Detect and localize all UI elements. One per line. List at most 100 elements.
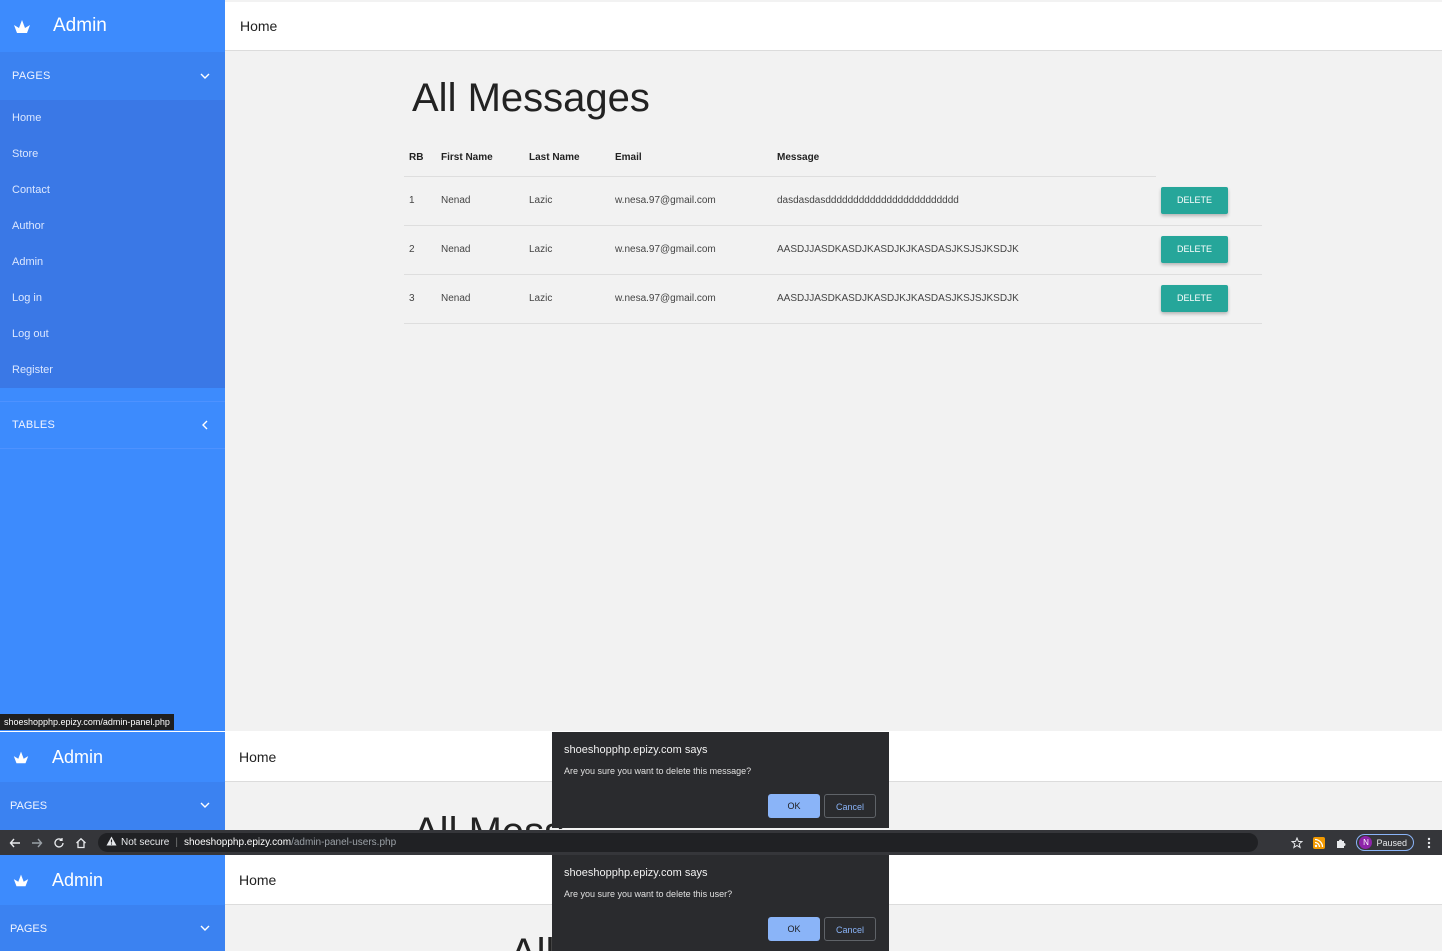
column-header-action bbox=[1156, 140, 1262, 176]
chevron-left-icon bbox=[199, 419, 211, 431]
column-header-email: Email bbox=[610, 140, 772, 177]
back-arrow-icon[interactable] bbox=[8, 836, 22, 850]
table-row: 1 Nenad Lazic w.nesa.97@gmail.com dasdas… bbox=[404, 176, 1262, 226]
column-header-rb: RB bbox=[404, 140, 436, 177]
rss-icon[interactable] bbox=[1312, 836, 1326, 850]
cell-rb: 3 bbox=[404, 274, 436, 324]
page-title: All bbox=[510, 931, 554, 951]
sidebar: Admin PAGES Home Store Contact Author Ad… bbox=[0, 0, 225, 731]
home-icon[interactable] bbox=[74, 836, 88, 850]
link-status-tooltip: shoeshopphp.epizy.com/admin-panel.php bbox=[0, 714, 174, 730]
sidebar-item-register[interactable]: Register bbox=[0, 352, 225, 388]
cell-message: AASDJJASDKASDJKASDJKJKASDASJKSJSJKSDJK bbox=[772, 225, 1156, 275]
sidebar: Admin PAGES bbox=[0, 732, 225, 830]
cell-rb: 2 bbox=[404, 225, 436, 275]
topbar: Home bbox=[225, 2, 1442, 51]
star-icon[interactable] bbox=[1290, 836, 1304, 850]
cell-message: AASDJJASDKASDJKASDJKJKASDASJKSJSJKSDJK bbox=[772, 274, 1156, 324]
dialog-ok-button[interactable]: OK bbox=[768, 794, 820, 818]
topbar-title[interactable]: Home bbox=[239, 749, 276, 765]
delete-button[interactable]: DELETE bbox=[1161, 285, 1228, 312]
cell-email: w.nesa.97@gmail.com bbox=[610, 225, 772, 275]
delete-button[interactable]: DELETE bbox=[1161, 186, 1228, 214]
sidebar-section-tables-label: TABLES bbox=[12, 419, 56, 431]
brand[interactable]: Admin bbox=[0, 732, 225, 782]
sidebar-section-pages-label: PAGES bbox=[10, 800, 48, 812]
url-path: /admin-panel-users.php bbox=[291, 837, 397, 848]
cell-last-name: Lazic bbox=[524, 274, 610, 324]
sidebar: Admin PAGES bbox=[0, 855, 225, 951]
dialog-ok-button[interactable]: OK bbox=[768, 917, 820, 941]
brand-name: Admin bbox=[52, 746, 104, 767]
topbar-title[interactable]: Home bbox=[240, 18, 277, 34]
security-status: Not secure bbox=[121, 837, 170, 848]
warning-icon bbox=[106, 836, 117, 849]
chevron-down-icon bbox=[199, 799, 211, 814]
dialog-cancel-button[interactable]: Cancel bbox=[824, 917, 876, 941]
sidebar-section-pages-label: PAGES bbox=[10, 923, 48, 935]
sidebar-section-pages[interactable]: PAGES bbox=[0, 52, 225, 100]
browser-actions: N Paused bbox=[1282, 830, 1436, 855]
dialog-title: shoeshopphp.epizy.com says bbox=[564, 744, 708, 756]
brand-name: Admin bbox=[53, 15, 107, 36]
brand-logo-icon bbox=[12, 871, 30, 889]
cell-first-name: Nenad bbox=[436, 225, 524, 275]
sidebar-item-home[interactable]: Home bbox=[0, 100, 225, 136]
address-separator: | bbox=[175, 837, 178, 848]
puzzle-icon[interactable] bbox=[1334, 836, 1348, 850]
table-header-row: RB First Name Last Name Email Message bbox=[404, 140, 1262, 177]
dialog-message: Are you sure you want to delete this use… bbox=[564, 889, 733, 899]
dialog-message: Are you sure you want to delete this mes… bbox=[564, 766, 752, 776]
cell-action: DELETE bbox=[1156, 225, 1262, 275]
cell-email: w.nesa.97@gmail.com bbox=[610, 274, 772, 324]
chevron-down-icon bbox=[199, 70, 211, 82]
cell-last-name: Lazic bbox=[524, 176, 610, 226]
sidebar-section-pages[interactable]: PAGES bbox=[0, 782, 225, 830]
url-host: shoeshopphp.epizy.com bbox=[183, 837, 292, 848]
column-header-message: Message bbox=[772, 140, 1156, 177]
sidebar-section-tables[interactable]: TABLES bbox=[0, 401, 225, 449]
sidebar-item-logout[interactable]: Log out bbox=[0, 316, 225, 352]
messages-table: RB First Name Last Name Email Message 1 … bbox=[404, 140, 1262, 324]
sidebar-item-login[interactable]: Log in bbox=[0, 280, 225, 316]
profile-chip[interactable]: N Paused bbox=[1356, 834, 1414, 851]
delete-button[interactable]: DELETE bbox=[1161, 236, 1228, 263]
table-row: 3 Nenad Lazic w.nesa.97@gmail.com AASDJJ… bbox=[404, 274, 1262, 324]
page-title: All Messages bbox=[412, 76, 650, 120]
table-row: 2 Nenad Lazic w.nesa.97@gmail.com AASDJJ… bbox=[404, 225, 1262, 275]
sidebar-item-store[interactable]: Store bbox=[0, 136, 225, 172]
browser-toolbar: Not secure | shoeshopphp.epizy.com /admi… bbox=[0, 830, 1442, 855]
cell-action: DELETE bbox=[1156, 274, 1262, 324]
sidebar-item-contact[interactable]: Contact bbox=[0, 172, 225, 208]
cell-message: dasdasdasdddddddddddddddddddddddd bbox=[772, 176, 1156, 226]
column-header-first-name: First Name bbox=[436, 140, 524, 177]
admin-panel-screen: Admin PAGES Home Store Contact Author Ad… bbox=[0, 0, 1442, 731]
confirm-dialog: shoeshopphp.epizy.com says Are you sure … bbox=[552, 855, 889, 951]
cell-email: w.nesa.97@gmail.com bbox=[610, 176, 772, 226]
brand-name: Admin bbox=[52, 869, 104, 890]
delete-user-confirm-screen: Admin PAGES Home All shoeshopphp.epizy.c… bbox=[0, 855, 1442, 951]
brand[interactable]: Admin bbox=[0, 855, 225, 905]
confirm-dialog: shoeshopphp.epizy.com says Are you sure … bbox=[552, 732, 889, 828]
kebab-menu-icon[interactable] bbox=[1422, 836, 1436, 850]
topbar-title[interactable]: Home bbox=[239, 872, 276, 888]
page-title: All Mess bbox=[413, 810, 564, 830]
dialog-title: shoeshopphp.epizy.com says bbox=[564, 867, 708, 879]
reload-icon[interactable] bbox=[52, 836, 66, 850]
sidebar-section-pages[interactable]: PAGES bbox=[0, 905, 225, 951]
forward-arrow-icon[interactable] bbox=[30, 836, 44, 850]
cell-first-name: Nenad bbox=[436, 176, 524, 226]
dialog-cancel-button[interactable]: Cancel bbox=[824, 794, 876, 818]
delete-message-confirm-screen: Admin PAGES Home All Mess shoeshopphp.ep… bbox=[0, 732, 1442, 830]
profile-status: Paused bbox=[1376, 837, 1407, 848]
sidebar-item-author[interactable]: Author bbox=[0, 208, 225, 244]
brand-logo-icon bbox=[12, 748, 30, 766]
cell-rb: 1 bbox=[404, 176, 436, 226]
address-bar[interactable]: Not secure | shoeshopphp.epizy.com /admi… bbox=[98, 833, 1258, 852]
column-header-last-name: Last Name bbox=[524, 140, 610, 177]
brand-logo-icon bbox=[12, 16, 32, 36]
cell-first-name: Nenad bbox=[436, 274, 524, 324]
sidebar-section-pages-label: PAGES bbox=[12, 70, 51, 82]
sidebar-item-admin[interactable]: Admin bbox=[0, 244, 225, 280]
brand[interactable]: Admin bbox=[0, 0, 225, 52]
